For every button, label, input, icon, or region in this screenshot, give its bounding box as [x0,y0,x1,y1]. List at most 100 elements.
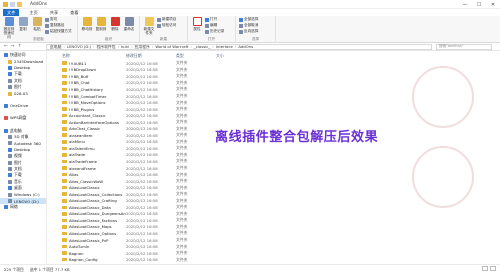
folder-icon [62,61,67,66]
open-button[interactable]: 打开 [205,17,224,22]
column-name[interactable]: 名称 [48,53,126,59]
pin-quick-access-button[interactable]: 固定到快速访问 [2,17,16,39]
file-type: 文件夹 [176,184,188,190]
file-type: 文件夹 [176,73,188,79]
column-date[interactable]: 修改日期 [126,53,176,59]
new-folder-icon[interactable] [17,1,22,7]
back-arrow-icon[interactable]: ← [4,44,8,49]
minimize-button[interactable]: — [458,0,472,9]
folder-icon [8,173,12,178]
tab-view[interactable]: 查看 [68,9,80,16]
breadcrumb-item[interactable]: 应用程序 [135,45,150,49]
tab-home[interactable]: 主页 [27,9,39,16]
easy-access-button[interactable]: 轻松访问 [157,23,176,28]
sidebar-item[interactable]: 网络 [0,204,46,210]
breadcrumb-chevron-icon[interactable]: › [235,45,237,49]
sidebar-item[interactable]: OneDrive [0,103,46,109]
copy-to-button[interactable]: 复制到 [94,17,108,31]
maximize-button[interactable]: ☐ [472,0,486,9]
sidebar-item-label: 3D 对象 [14,134,29,140]
large-icons-view-icon[interactable] [490,266,496,271]
up-arrow-icon[interactable]: ↑ [18,44,22,49]
pin-icon [4,17,14,26]
column-size[interactable]: 大小 [216,53,246,59]
file-type: 文件夹 [176,158,188,164]
select-none-icon [239,23,243,28]
sidebar-item[interactable]: 026-03 [0,90,46,96]
file-name: Accountant_Classic [69,113,106,119]
breadcrumb-chevron-icon[interactable]: › [190,45,192,49]
sidebar-item-label: 视频 [14,153,22,159]
sidebar-item[interactable]: WPS网盘 [0,115,46,121]
folder-icon [4,128,8,133]
paste-button[interactable]: 粘贴 [30,17,44,31]
sidebar-item-label: 2345Download [14,59,44,65]
file-name-cell: !!!BDropDown [48,67,126,72]
folder-icon[interactable] [3,1,8,7]
file-name-cell: AtlasLootClassic_Options [48,231,126,236]
breadcrumb-item[interactable]: kuhi [121,45,129,49]
sidebar-item-label: Desktop [14,147,31,153]
breadcrumb-item[interactable]: 此电脑 [50,45,61,49]
sidebar-item-label: 快速访问 [10,52,26,58]
close-button[interactable]: ✕ [486,0,500,9]
file-row[interactable]: Bagnon_Config 2020/2/12 16:58 文件夹 [48,256,500,263]
group-label: 选择 [251,37,260,41]
select-all-button[interactable]: 全部选择 [239,17,258,22]
history-button[interactable]: 历史记录 [205,29,224,34]
address-bar[interactable]: 此电脑 › LENOVO (D:) › 程序软件包 › kuhi › 应用程序 › World of… [46,43,432,50]
properties-button[interactable]: 属性 [190,17,204,31]
paste-shortcut-button[interactable]: 粘贴快捷方式 [45,29,72,34]
file-name-cell: AtlasLootClassic_Data [48,205,126,210]
new-folder-button[interactable]: 新建文件夹 [142,17,156,35]
breadcrumb-item[interactable]: _classic_ [194,45,210,49]
folder-icon [8,179,12,184]
file-type: 文件夹 [176,217,188,223]
file-type: 文件夹 [176,191,188,197]
breadcrumb-chevron-icon[interactable]: › [131,45,133,49]
breadcrumb-chevron-icon[interactable]: › [63,45,65,49]
edit-button[interactable]: 编辑 [205,23,224,28]
move-to-button[interactable]: 移动到 [80,17,94,31]
file-name: alaTradeFrame [69,158,97,164]
new-item-icon [157,17,161,22]
column-type[interactable]: 类型 [176,53,216,59]
file-name-cell: Atlas [48,172,126,177]
file-type: 文件夹 [176,125,188,131]
breadcrumb-item[interactable]: World of Warcraft [155,45,188,49]
breadcrumb-chevron-icon[interactable]: › [212,45,214,49]
folder-icon [62,172,67,177]
forward-arrow-icon[interactable]: → [11,44,15,49]
delete-button[interactable]: 删除 [108,17,122,31]
cut-button[interactable]: 剪切 [45,17,72,22]
breadcrumb-item[interactable]: 程序软件包 [97,45,116,49]
folder-icon [62,244,67,249]
breadcrumb-chevron-icon[interactable]: › [93,45,95,49]
copy-path-button[interactable]: 复制路径 [45,23,72,28]
file-type: 文件夹 [176,197,188,203]
rename-button[interactable]: 重命名 [122,17,136,31]
breadcrumb-chevron-icon[interactable]: › [152,45,154,49]
file-date: 2020/2/12 16:58 [126,80,158,86]
breadcrumb-item[interactable]: AddOns [238,45,253,49]
breadcrumb-item[interactable]: LENOVO (D:) [67,45,91,49]
select-none-button[interactable]: 全部取消 [239,23,258,28]
search-input[interactable]: 搜索"AddOns" [436,43,492,50]
file-date: 2020/2/12 16:58 [126,158,158,164]
breadcrumb-item[interactable]: Interface [216,45,233,49]
tab-file[interactable]: 文件 [3,9,20,16]
invert-selection-button[interactable]: 反向选择 [239,29,258,34]
file-name-cell: AtlasLootClassic_Maps [48,224,126,229]
properties-icon[interactable] [10,1,15,7]
file-date: 2020/2/12 16:58 [126,60,158,66]
tab-share[interactable]: 共享 [48,9,60,16]
file-name: !!!BB_ChatHistory [69,86,104,92]
details-view-icon[interactable] [482,266,488,271]
file-type: 文件夹 [176,165,188,171]
file-date: 2020/2/12 16:58 [126,152,158,158]
file-type: 文件夹 [176,60,188,66]
breadcrumb-chevron-icon[interactable]: › [118,45,120,49]
file-name: AtlasLootClassic_Factions [69,217,118,223]
new-item-button[interactable]: 新建项目 [157,17,176,22]
copy-button[interactable]: 复制 [16,17,30,31]
